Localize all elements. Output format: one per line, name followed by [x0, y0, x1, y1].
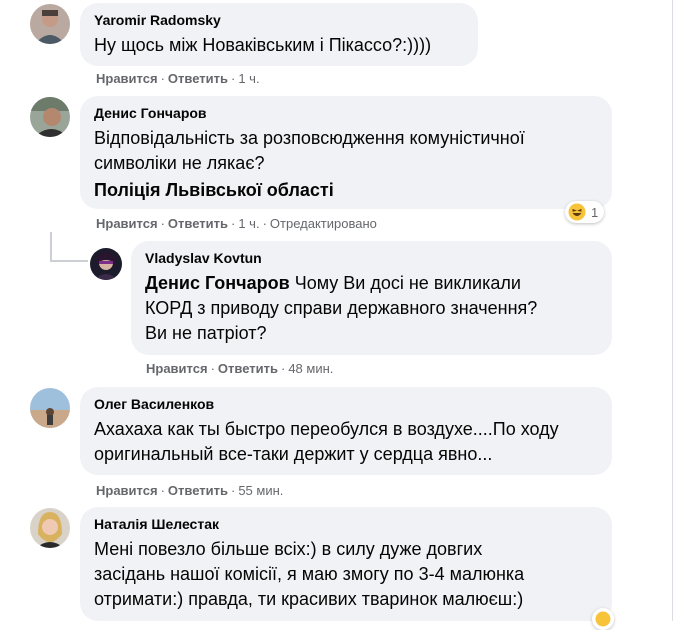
reaction-badge[interactable]: [592, 608, 614, 630]
separator: ·: [262, 216, 267, 231]
reaction-emoji-icon: [595, 611, 611, 627]
reply-button[interactable]: Ответить: [168, 216, 228, 231]
comment-author[interactable]: Yaromir Radomsky: [94, 11, 464, 29]
comment-actions: Нравится · Ответить · 48 мин.: [146, 361, 333, 376]
avatar[interactable]: [90, 248, 122, 280]
comment-bubble: Олег Василенков Ахахаха как ты быстро пе…: [80, 387, 612, 475]
separator: ·: [160, 71, 165, 86]
separator: ·: [230, 216, 236, 231]
separator: ·: [210, 361, 215, 376]
page-divider: [672, 0, 673, 621]
comment-text-line: КОРД з приводу справи державного значенн…: [145, 298, 538, 318]
reply-button[interactable]: Ответить: [218, 361, 278, 376]
comment-text-line: Ахахаха как ты быстро переобулся в возду…: [94, 419, 559, 439]
comment-text: Чому Ви досі не викликали: [289, 273, 521, 293]
avatar[interactable]: [30, 508, 70, 548]
comment-author[interactable]: Наталія Шелестак: [94, 515, 598, 533]
comment-time[interactable]: 1 ч.: [238, 216, 259, 231]
comment-text-line: засідань нашої комісії, я маю змогу по 3…: [94, 564, 525, 584]
separator: ·: [230, 71, 236, 86]
mention-link[interactable]: Денис Гончаров: [145, 273, 290, 293]
comment-bubble: Наталія Шелестак Мені повезло більше всі…: [80, 507, 612, 621]
reaction-badge[interactable]: 1: [565, 201, 605, 223]
comment-text-line: символіки не лякає?: [94, 153, 265, 173]
avatar[interactable]: [30, 4, 70, 44]
like-button[interactable]: Нравится: [96, 483, 158, 498]
avatar[interactable]: [30, 97, 70, 137]
comment-author[interactable]: Денис Гончаров: [94, 104, 598, 122]
like-button[interactable]: Нравится: [96, 216, 158, 231]
comment-bubble: Денис Гончаров Відповідальність за розпо…: [80, 96, 612, 209]
comment-text-line: Денис Гончаров Чому Ви досі не викликали: [145, 271, 598, 296]
avatar[interactable]: [30, 388, 70, 428]
like-button[interactable]: Нравится: [146, 361, 208, 376]
comment-author[interactable]: Олег Василенков: [94, 395, 598, 413]
page-tag-link[interactable]: Поліція Львівської області: [94, 178, 598, 203]
like-button[interactable]: Нравится: [96, 71, 158, 86]
comment-time[interactable]: 1 ч.: [238, 71, 259, 86]
separator: ·: [160, 216, 165, 231]
haha-emoji-icon: [568, 203, 586, 221]
comment-text-line: оригинальный все-таки держит у сердца яв…: [94, 444, 493, 464]
thread-connector: [50, 260, 88, 262]
comment-actions: Нравится · Ответить · 1 ч. · Отредактировано: [96, 216, 377, 231]
comment-bubble: Yaromir Radomsky Ну щось між Новаківськи…: [80, 3, 478, 66]
separator: ·: [230, 483, 236, 498]
comment-actions: Нравится · Ответить · 55 мин.: [96, 483, 283, 498]
thread-connector: [50, 232, 52, 262]
comment-time[interactable]: 55 мин.: [238, 483, 283, 498]
comment-text-line: Відповідальність за розповсюдження комун…: [94, 128, 525, 148]
separator: ·: [280, 361, 286, 376]
separator: ·: [160, 483, 165, 498]
reply-button[interactable]: Ответить: [168, 71, 228, 86]
reply-button[interactable]: Ответить: [168, 483, 228, 498]
reaction-count: 1: [591, 204, 599, 220]
comment-text-line: отримати:) правда, ти красивих тваринок …: [94, 589, 524, 609]
comment-text-line: Ви не патріот?: [145, 323, 267, 343]
comment-text: Ну щось між Новаківським і Пікассо?:)))): [94, 35, 432, 55]
comment-actions: Нравится · Ответить · 1 ч.: [96, 71, 260, 86]
comment-text-line: Мені повезло більше всіх:) в силу дуже д…: [94, 539, 483, 559]
comment-bubble: Vladyslav Kovtun Денис Гончаров Чому Ви …: [131, 241, 612, 355]
edited-label[interactable]: Отредактировано: [270, 216, 377, 231]
comment-author[interactable]: Vladyslav Kovtun: [145, 249, 598, 267]
comment-time[interactable]: 48 мин.: [288, 361, 333, 376]
